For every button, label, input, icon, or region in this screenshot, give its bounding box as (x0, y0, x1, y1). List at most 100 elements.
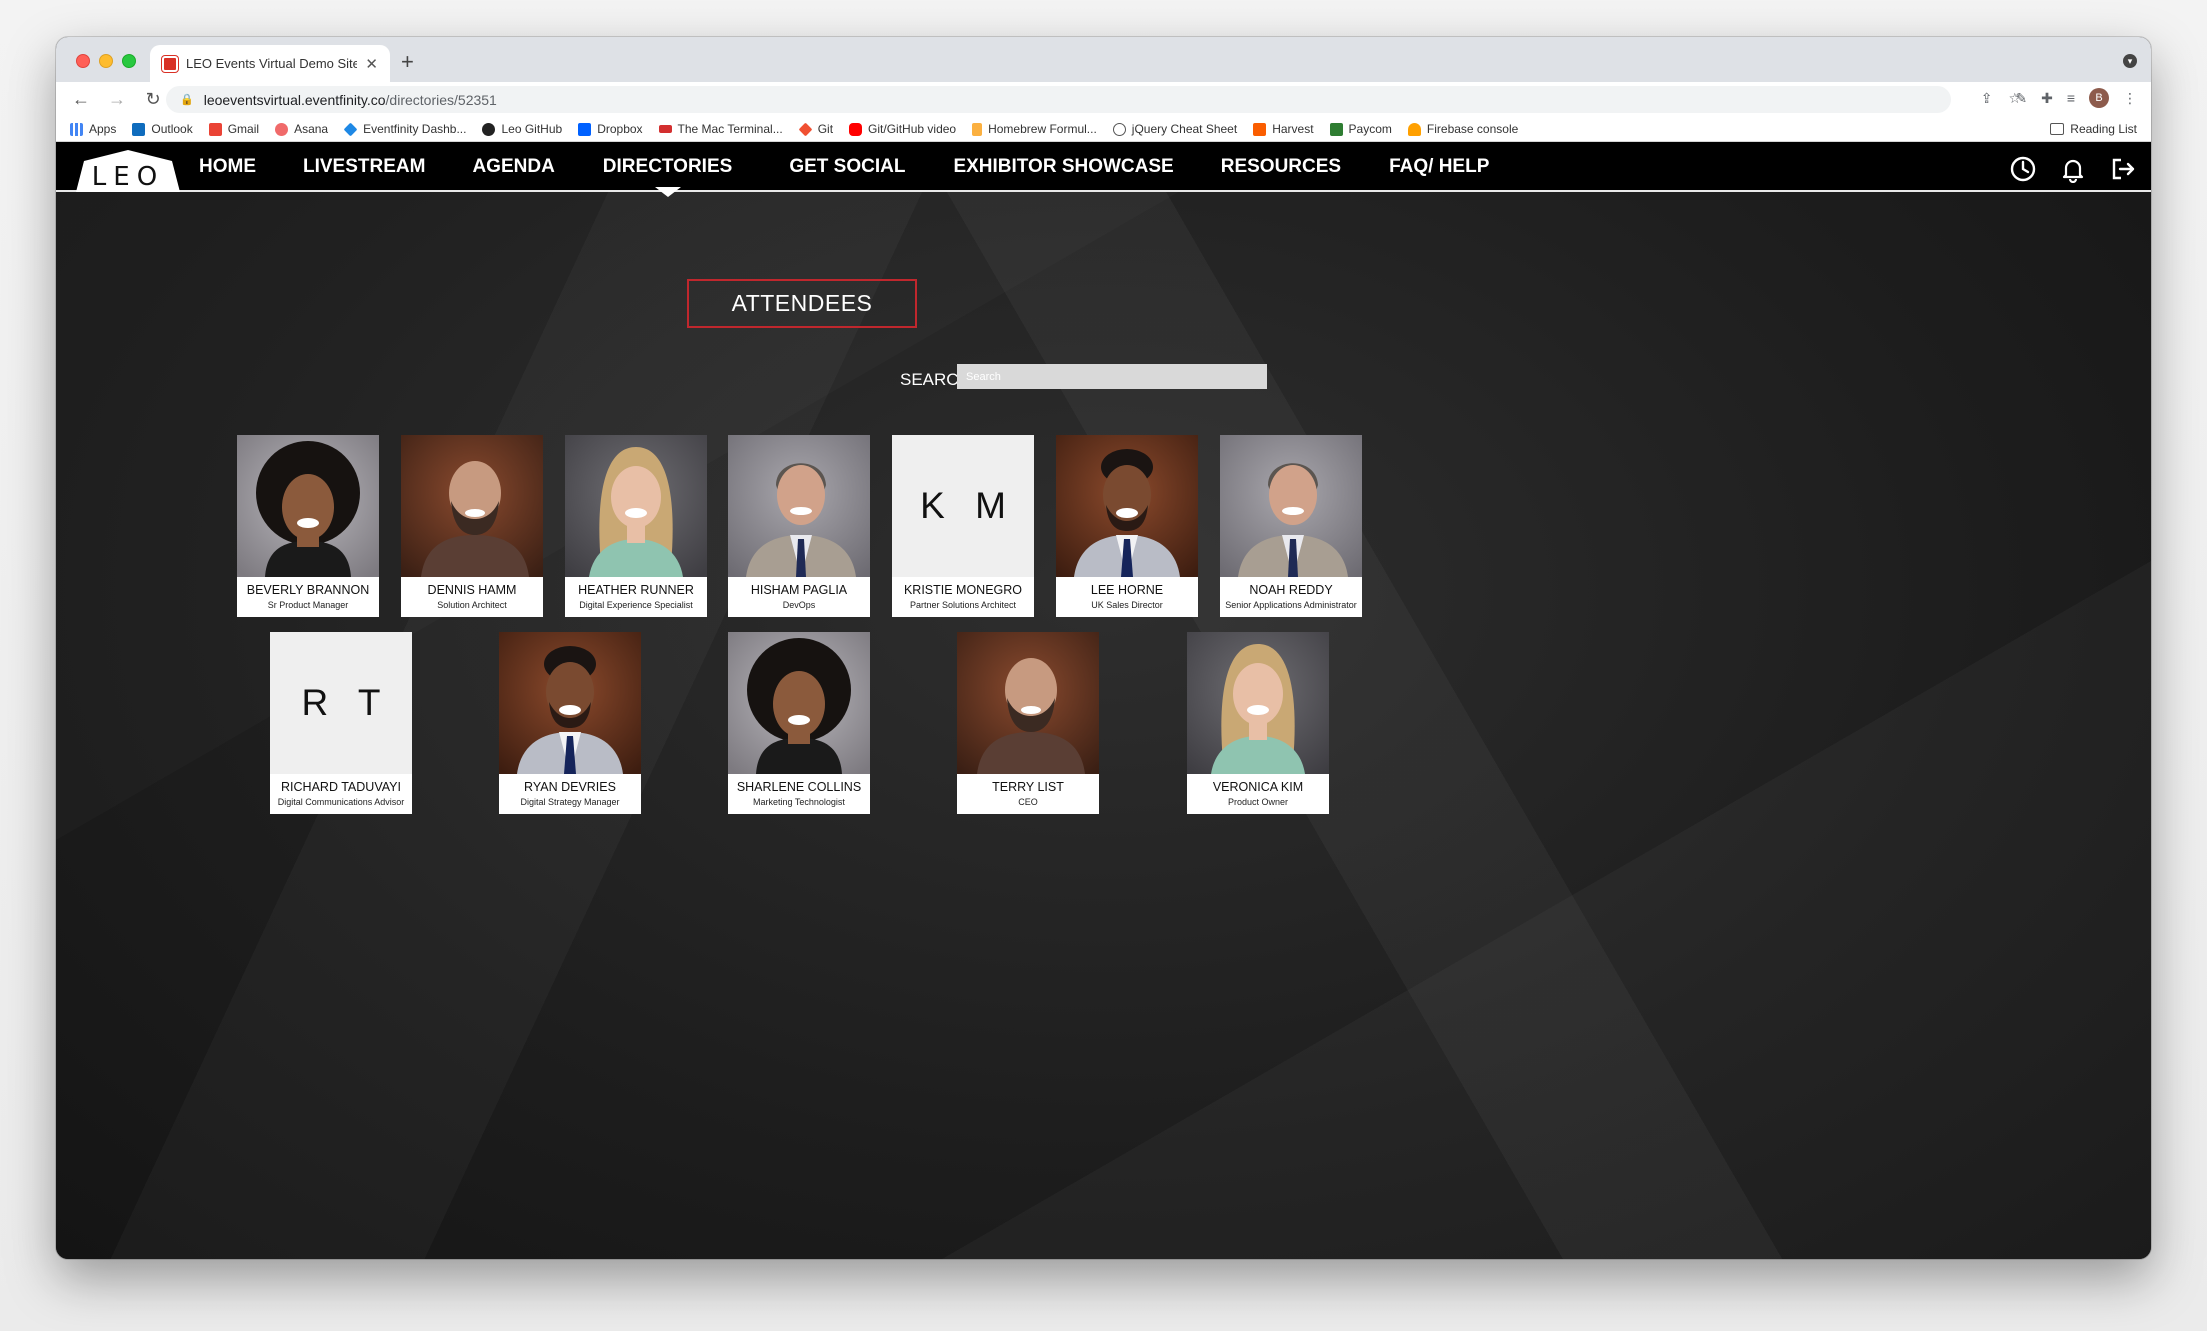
search-input[interactable] (957, 364, 1267, 389)
back-arrow-icon[interactable]: ← (70, 89, 92, 110)
tab-search-icon[interactable]: ▾ (2123, 54, 2137, 68)
eventfinity-icon (343, 122, 358, 136)
attendee-card[interactable]: HEATHER RUNNER Digital Experience Special… (565, 435, 707, 617)
attendee-name: SHARLENE COLLINS (736, 780, 862, 794)
menu-home[interactable]: HOME (199, 156, 256, 178)
window-controls (76, 54, 136, 68)
tab-title: LEO Events Virtual Demo Site (186, 56, 358, 71)
attendee-name: HISHAM PAGLIA (750, 583, 848, 597)
logout-icon[interactable] (2109, 155, 2137, 183)
harvest-icon (1253, 122, 1267, 136)
menu-resources[interactable]: RESOURCES (1221, 156, 1341, 178)
attendee-card[interactable]: NOAH REDDY Senior Applications Administra… (1220, 435, 1362, 617)
close-window-button[interactable] (76, 54, 90, 68)
browser-tab[interactable]: LEO Events Virtual Demo Site ✕ (150, 45, 390, 82)
address-bar[interactable]: 🔒 leoeventsvirtual.eventfinity.co/direct… (166, 86, 1951, 113)
site-favicon-icon (162, 55, 178, 72)
attendee-initials-avatar: K M (892, 435, 1034, 577)
attendee-card[interactable]: RYAN DEVRIES Digital Strategy Manager (499, 632, 641, 814)
share-icon[interactable]: ⇪ (1981, 90, 1993, 107)
close-tab-icon[interactable]: ✕ (365, 55, 378, 73)
site-navbar: LEO HOME LIVESTREAM AGENDA DIRECTORIES G… (56, 142, 2151, 197)
reading-list-button[interactable]: Reading List (2050, 122, 2137, 136)
attendee-job-title: Product Owner (1227, 797, 1289, 807)
bell-icon[interactable] (2059, 155, 2087, 184)
attendee-job-title: Digital Communications Advisor (277, 797, 405, 807)
attendee-job-title: Solution Architect (437, 600, 507, 610)
extension-icon[interactable]: ✎ (2015, 90, 2027, 107)
bookmark-eventfinity[interactable]: Eventfinity Dashb... (343, 122, 466, 136)
bookmark-homebrew[interactable]: Homebrew Formul... (972, 122, 1097, 136)
attendee-name: HEATHER RUNNER (578, 583, 694, 597)
attendee-photo (565, 435, 707, 577)
puzzle-extensions-icon[interactable]: ✚ (2041, 90, 2053, 107)
bookmark-firebase[interactable]: Firebase console (1407, 122, 1518, 136)
attendee-card[interactable]: R T RICHARD TADUVAYI Digital Communication… (270, 632, 412, 814)
attendee-name: RICHARD TADUVAYI (281, 780, 401, 794)
attendee-name: DENNIS HAMM (427, 583, 517, 597)
paycom-icon (1329, 122, 1343, 136)
attendee-job-title: Digital Experience Specialist (579, 600, 693, 610)
media-queue-icon[interactable]: ≡ (2067, 90, 2075, 106)
attendee-card[interactable]: HISHAM PAGLIA DevOps (728, 435, 870, 617)
git-icon (798, 122, 813, 136)
attendee-name: TERRY LIST (992, 780, 1064, 794)
attendee-photo (1056, 435, 1198, 577)
apps-grid-icon (70, 122, 83, 136)
attendee-job-title: Digital Strategy Manager (520, 797, 620, 807)
bookmark-outlook[interactable]: Outlook (132, 122, 193, 136)
attendee-card[interactable]: VERONICA KIM Product Owner (1187, 632, 1329, 814)
attendee-photo (1220, 435, 1362, 577)
bookmark-jquery[interactable]: jQuery Cheat Sheet (1112, 122, 1237, 136)
minimize-window-button[interactable] (99, 54, 113, 68)
attendee-job-title: CEO (1018, 797, 1038, 807)
new-tab-icon[interactable]: + (401, 49, 414, 75)
attendee-card[interactable]: BEVERLY BRANNON Sr Product Manager (237, 435, 379, 617)
url-host: leoeventsvirtual.eventfinity.co (203, 91, 386, 108)
menu-get-social[interactable]: GET SOCIAL (789, 156, 905, 178)
bookmark-harvest[interactable]: Harvest (1253, 122, 1314, 136)
attendee-job-title: Senior Applications Administrator (1225, 600, 1357, 610)
attendee-photo (237, 435, 379, 577)
attendee-card[interactable]: SHARLENE COLLINS Marketing Technologist (728, 632, 870, 814)
bookmark-gmail[interactable]: Gmail (208, 122, 259, 136)
attendee-card[interactable]: DENNIS HAMM Solution Architect (401, 435, 543, 617)
bookmark-leo-github[interactable]: Leo GitHub (482, 122, 562, 136)
attendee-photo (728, 435, 870, 577)
bookmarks-bar: Apps Outlook Gmail Asana Eventfinity Das… (56, 117, 2151, 142)
url-path: /directories/52351 (385, 91, 497, 108)
clock-icon[interactable] (2009, 155, 2037, 183)
forward-arrow-icon[interactable]: → (106, 89, 128, 110)
attendee-card[interactable]: K M KRISTIE MONEGRO Partner Solutions Arch… (892, 435, 1034, 617)
bookmark-git[interactable]: Git (798, 122, 833, 136)
menu-directories[interactable]: DIRECTORIES (603, 156, 732, 197)
maximize-window-button[interactable] (122, 54, 136, 68)
leo-logo[interactable]: LEO (72, 149, 184, 193)
attendee-photo (957, 632, 1099, 774)
attendee-photo (499, 632, 641, 774)
bookmark-dropbox[interactable]: Dropbox (578, 122, 643, 136)
reload-icon[interactable]: ↻ (142, 89, 164, 110)
attendee-name: NOAH REDDY (1249, 583, 1333, 597)
bookmark-mac-terminal[interactable]: The Mac Terminal... (658, 122, 783, 136)
bookmark-apps[interactable]: Apps (70, 122, 116, 136)
attendee-name: RYAN DEVRIES (524, 780, 616, 794)
kebab-menu-icon[interactable]: ⋮ (2123, 90, 2137, 107)
bookmark-git-video[interactable]: Git/GitHub video (849, 122, 956, 136)
attendee-name: VERONICA KIM (1212, 780, 1304, 794)
firebase-icon (1407, 122, 1421, 136)
homebrew-icon (972, 122, 983, 136)
menu-livestream[interactable]: LIVESTREAM (303, 156, 425, 178)
attendee-job-title: UK Sales Director (1091, 600, 1163, 610)
bookmark-asana[interactable]: Asana (275, 122, 328, 136)
profile-avatar[interactable]: B (2089, 88, 2109, 108)
menu-faq-help[interactable]: FAQ/ HELP (1389, 156, 1489, 178)
attendee-card[interactable]: LEE HORNE UK Sales Director (1056, 435, 1198, 617)
terminal-icon (658, 125, 672, 133)
menu-exhibitor-showcase[interactable]: EXHIBITOR SHOWCASE (953, 156, 1173, 178)
menu-agenda[interactable]: AGENDA (472, 156, 554, 178)
navbar-actions (2009, 155, 2137, 184)
bookmark-paycom[interactable]: Paycom (1329, 122, 1392, 136)
attendee-card[interactable]: TERRY LIST CEO (957, 632, 1099, 814)
tab-bar: LEO Events Virtual Demo Site ✕ + ▾ (56, 37, 2151, 82)
